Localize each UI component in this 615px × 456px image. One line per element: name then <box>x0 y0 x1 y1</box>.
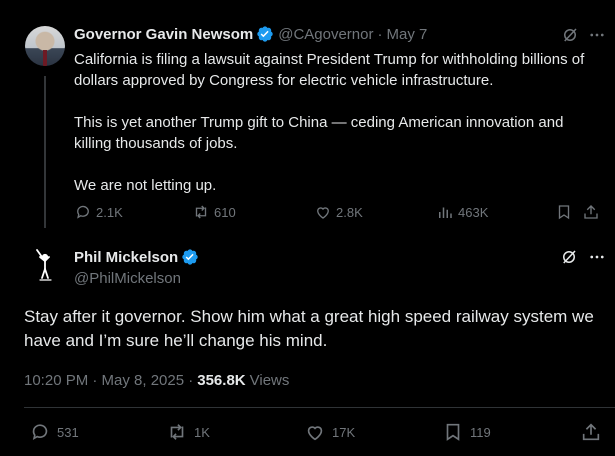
repost-button[interactable]: 1K <box>166 421 210 443</box>
repost-button[interactable]: 610 <box>192 203 236 221</box>
like-icon <box>307 426 323 441</box>
reply-icon <box>77 205 89 219</box>
parent-tweet-actions: 2.1K 610 2.8K 463K <box>74 203 604 225</box>
author-handle[interactable]: @CAgovernor <box>278 26 373 43</box>
main-tweet-header: Phil Mickelson <box>74 248 203 266</box>
tweet-meta: 10:20 PM · May 8, 2025 · 356.8K Views <box>24 372 289 389</box>
bookmark-button[interactable]: 119 <box>442 421 491 443</box>
reply-button[interactable]: 531 <box>29 421 79 443</box>
reply-count: 2.1K <box>96 204 123 220</box>
tweet-paragraph: This is yet another Trump gift to China … <box>74 114 564 152</box>
bookmark-count: 119 <box>470 424 491 440</box>
tweet-timestamp[interactable]: 10:20 PM · May 8, 2025 · <box>24 372 193 389</box>
grok-icon[interactable] <box>561 26 579 44</box>
views-label: Views <box>249 372 290 389</box>
parent-tweet[interactable]: Governor Gavin Newsom @CAgovernor · May … <box>0 0 615 232</box>
like-button[interactable]: 2.8K <box>314 203 363 221</box>
share-button[interactable] <box>580 421 608 443</box>
share-icon <box>584 205 598 219</box>
verified-badge-icon <box>257 26 273 42</box>
reply-count: 531 <box>57 424 79 440</box>
views-count: 463K <box>458 204 489 220</box>
like-count: 2.8K <box>336 204 363 220</box>
repost-icon <box>195 205 207 219</box>
parent-tweet-header: Governor Gavin Newsom @CAgovernor · May … <box>74 25 427 43</box>
divider <box>24 407 615 408</box>
verified-badge-icon <box>182 249 198 265</box>
avatar[interactable] <box>25 245 65 285</box>
grok-icon[interactable] <box>560 248 578 266</box>
tweet-date[interactable]: May 7 <box>387 26 428 43</box>
separator: · <box>377 25 383 43</box>
thread-line <box>44 76 46 228</box>
author-name[interactable]: Phil Mickelson <box>74 249 178 266</box>
more-icon[interactable] <box>588 26 606 44</box>
bookmark-icon <box>558 205 570 220</box>
views-count: 356.8K <box>197 372 246 389</box>
share-icon <box>582 423 600 441</box>
parent-tweet-text: California is filing a lawsuit against P… <box>74 49 604 196</box>
avatar[interactable] <box>25 26 65 66</box>
main-tweet-text: Stay after it governor. Show him what a … <box>24 307 594 350</box>
like-count: 17K <box>332 424 356 440</box>
reply-icon <box>32 424 48 441</box>
author-name[interactable]: Governor Gavin Newsom <box>74 26 253 43</box>
bookmark-icon <box>446 423 460 441</box>
repost-count: 610 <box>214 204 236 220</box>
share-button[interactable] <box>582 203 604 221</box>
views-icon <box>439 207 452 218</box>
tweet-paragraph: We are not letting up. <box>74 177 217 194</box>
repost-icon <box>170 424 184 440</box>
views-button[interactable]: 463K <box>436 203 488 221</box>
like-button[interactable]: 17K <box>304 421 355 443</box>
tweet-paragraph: California is filing a lawsuit against P… <box>74 51 585 89</box>
main-tweet-actions: 531 1K 17K 119 <box>24 421 604 447</box>
author-handle[interactable]: @PhilMickelson <box>74 270 181 287</box>
repost-count: 1K <box>194 424 210 440</box>
more-icon[interactable] <box>588 248 606 266</box>
like-icon <box>317 207 329 219</box>
bookmark-button[interactable] <box>555 203 577 221</box>
reply-button[interactable]: 2.1K <box>74 203 123 221</box>
